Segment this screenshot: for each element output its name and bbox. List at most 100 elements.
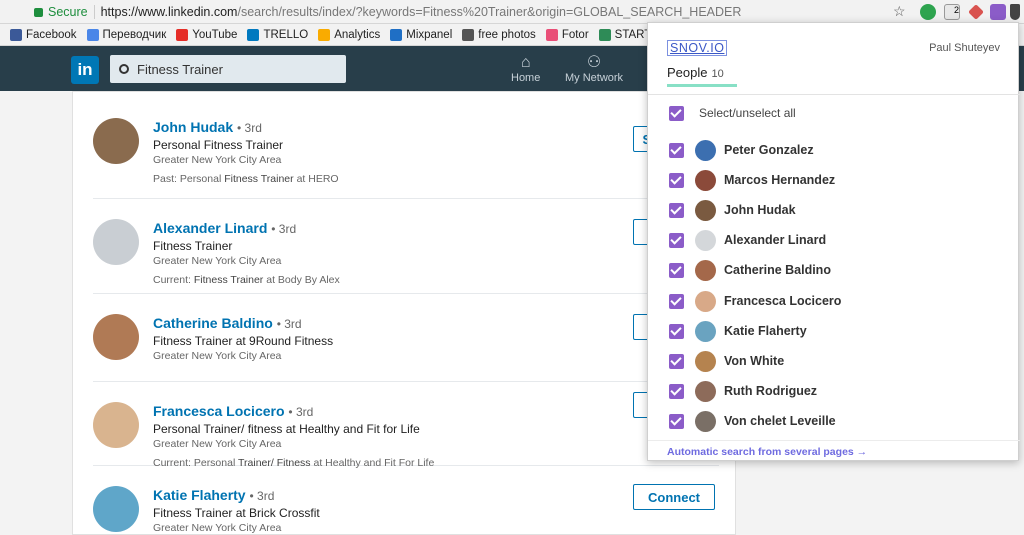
- connect-button[interactable]: Connect: [633, 484, 715, 510]
- result-row: John Hudak • 3rd Personal Fitness Trainer…: [93, 92, 719, 199]
- avatar[interactable]: [93, 486, 139, 532]
- result-name: Katie Flaherty: [153, 487, 246, 503]
- person-checkbox[interactable]: [669, 203, 684, 219]
- nav-network-label: My Network: [565, 72, 624, 84]
- result-title: Fitness Trainer at Brick Crossfit: [153, 506, 320, 520]
- result-name: John Hudak: [153, 119, 234, 135]
- network-icon: ⚇: [586, 54, 602, 71]
- browser-address-bar: Secure https://www.linkedin.com/search/r…: [0, 0, 1024, 24]
- snippet-highlight: Fitness Trainer: [193, 274, 264, 286]
- select-all-checkbox[interactable]: [669, 106, 684, 121]
- bookmark-item[interactable]: Analytics: [318, 28, 381, 41]
- extension-badge-icon[interactable]: 2: [944, 4, 960, 20]
- result-row: Catherine Baldino • 3rd Fitness Trainer a…: [93, 294, 719, 382]
- search-input[interactable]: Fitness Trainer: [110, 55, 346, 83]
- person-checkbox[interactable]: [669, 233, 684, 249]
- bookmark-favicon-icon: [318, 28, 331, 41]
- person-checkbox[interactable]: [669, 293, 684, 309]
- person-name: Alexander Linard: [724, 233, 827, 248]
- bookmark-label: Analytics: [334, 28, 381, 41]
- bookmark-favicon-icon: [598, 28, 611, 41]
- result-snippet: Past: Personal Fitness Trainer at HERO: [153, 173, 339, 185]
- connection-degree: • 3rd: [249, 489, 275, 503]
- result-name-link[interactable]: Alexander Linard • 3rd: [153, 220, 296, 236]
- bookmark-item[interactable]: Переводчик: [86, 28, 167, 41]
- snov-logo[interactable]: SNOV.IO: [667, 40, 728, 56]
- bookmark-label: free photos: [478, 28, 536, 41]
- bookmark-item[interactable]: free photos: [462, 28, 536, 41]
- bookmark-star-icon[interactable]: ☆: [893, 3, 906, 20]
- person-name: Marcos Hernandez: [724, 173, 836, 188]
- url-field[interactable]: Secure https://www.linkedin.com/search/r…: [22, 2, 914, 22]
- bookmark-item[interactable]: TRELLO: [247, 28, 308, 41]
- automatic-search-link[interactable]: Automatic search from several pages →: [667, 446, 867, 458]
- result-name-link[interactable]: John Hudak • 3rd: [153, 119, 262, 135]
- extension-pin-icon[interactable]: [968, 4, 984, 20]
- bookmark-label: Переводчик: [102, 28, 167, 41]
- result-name-link[interactable]: Francesca Locicero • 3rd: [153, 403, 313, 419]
- bookmark-favicon-icon: [247, 28, 260, 41]
- person-name: Katie Flaherty: [724, 323, 807, 338]
- bookmark-favicon-icon: [10, 28, 22, 41]
- bookmark-label: Mixpanel: [406, 28, 453, 41]
- search-icon: [119, 64, 129, 74]
- person-avatar: [695, 170, 716, 192]
- person-checkbox[interactable]: [669, 143, 684, 158]
- bookmark-item[interactable]: YouTube: [176, 28, 238, 41]
- result-name-link[interactable]: Catherine Baldino • 3rd: [153, 315, 302, 331]
- avatar[interactable]: [93, 219, 139, 265]
- search-value: Fitness Trainer: [137, 61, 223, 77]
- divider: [93, 5, 95, 19]
- connection-degree: • 3rd: [276, 317, 302, 331]
- person-avatar: [695, 140, 716, 161]
- bookmark-item[interactable]: Mixpanel: [390, 28, 453, 41]
- user-name: Paul Shuteyev: [929, 42, 1000, 54]
- person-checkbox[interactable]: [669, 353, 684, 369]
- person-avatar: [695, 320, 716, 342]
- avatar[interactable]: [93, 314, 139, 360]
- bookmark-item[interactable]: Facebook: [10, 28, 77, 41]
- result-row: Alexander Linard • 3rd Fitness Trainer Gre…: [93, 199, 719, 294]
- result-name: Catherine Baldino: [153, 315, 273, 331]
- person-name: Ruth Rodriguez: [724, 383, 818, 398]
- result-location: Greater New York City Area: [153, 255, 282, 267]
- person-checkbox[interactable]: [669, 413, 684, 429]
- nav-home-label: Home: [511, 72, 541, 84]
- connect-button-label: Connect: [648, 489, 700, 505]
- result-row: Francesca Locicero • 3rd Personal Trainer…: [93, 382, 719, 469]
- person-name: Von White: [724, 353, 785, 368]
- person-name: Francesca Locicero: [724, 293, 842, 308]
- person-checkbox[interactable]: [669, 323, 684, 339]
- snippet-suffix: at HERO: [293, 173, 339, 185]
- bookmark-item[interactable]: Fotor: [545, 28, 589, 41]
- secure-label: Secure: [48, 5, 88, 19]
- nav-my-network[interactable]: ⚇ My Network: [565, 54, 623, 84]
- home-icon: ⌂: [520, 54, 531, 71]
- result-location: Greater New York City Area: [153, 154, 282, 166]
- result-location: Greater New York City Area: [153, 522, 282, 534]
- bookmark-label: YouTube: [192, 28, 238, 41]
- extension-shield-icon[interactable]: [1010, 4, 1020, 20]
- person-avatar: [695, 260, 716, 282]
- person-checkbox[interactable]: [669, 173, 684, 189]
- tab-people-label: People: [667, 65, 708, 80]
- avatar[interactable]: [93, 118, 139, 164]
- bookmark-label: Fotor: [561, 28, 589, 41]
- snov-extension-icon[interactable]: [990, 4, 1006, 20]
- result-name-link[interactable]: Katie Flaherty • 3rd: [153, 487, 274, 503]
- tab-people[interactable]: People 10: [667, 65, 724, 80]
- avatar[interactable]: [93, 402, 139, 448]
- result-name: Francesca Locicero: [153, 403, 285, 419]
- person-checkbox[interactable]: [669, 383, 684, 399]
- linkedin-logo[interactable]: in: [71, 56, 99, 84]
- snippet-suffix: at Body By Alex: [263, 274, 340, 286]
- nav-home[interactable]: ⌂ Home: [511, 54, 540, 84]
- result-snippet: Current: Fitness Trainer at Body By Alex: [153, 274, 340, 286]
- person-avatar: [695, 350, 716, 372]
- connection-degree: • 3rd: [271, 222, 297, 236]
- person-checkbox[interactable]: [669, 263, 684, 279]
- result-title: Personal Fitness Trainer: [153, 138, 284, 152]
- extension-green-icon[interactable]: [920, 4, 936, 20]
- connection-degree: • 3rd: [288, 405, 314, 419]
- person-avatar: [695, 230, 716, 252]
